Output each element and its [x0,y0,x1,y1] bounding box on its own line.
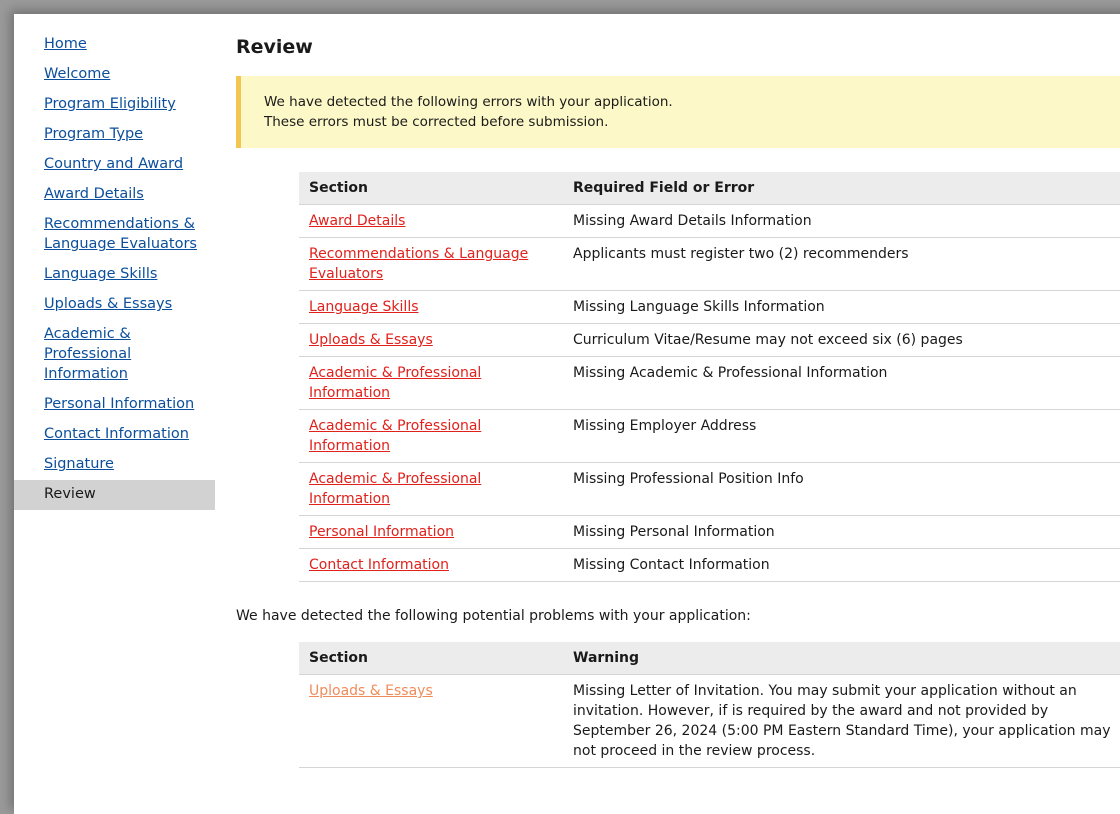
alert-line-2: These errors must be corrected before su… [264,114,609,130]
column-header-section: Section [299,172,563,205]
table-row: Recommendations & Language Evaluators Ap… [299,237,1120,291]
column-header-section: Section [299,642,563,675]
sidebar-item-signature[interactable]: Signature [14,450,215,480]
error-section-link[interactable]: Academic & Professional Information [309,418,481,454]
error-detail: Missing Professional Position Info [563,462,1120,516]
table-row: Uploads & Essays Missing Letter of Invit… [299,674,1120,768]
sidebar-item-personal-information[interactable]: Personal Information [14,390,215,420]
error-section-link[interactable]: Language Skills [309,299,419,315]
warnings-intro: We have detected the following potential… [236,608,751,624]
error-alert: We have detected the following errors wi… [236,76,1120,148]
table-row: Award Details Missing Award Details Info… [299,204,1120,238]
page-title: Review [236,36,313,58]
error-section-link[interactable]: Academic & Professional Information [309,471,481,507]
sidebar-item-welcome[interactable]: Welcome [14,60,215,90]
sidebar-item-program-eligibility[interactable]: Program Eligibility [14,90,215,120]
error-section-link[interactable]: Recommendations & Language Evaluators [309,246,528,282]
error-section-link[interactable]: Academic & Professional Information [309,365,481,401]
sidebar-item-contact-information[interactable]: Contact Information [14,420,215,450]
table-row: Academic & Professional Information Miss… [299,409,1120,463]
error-detail: Curriculum Vitae/Resume may not exceed s… [563,323,1120,357]
sidebar-item-recommendations[interactable]: Recommendations & Language Evaluators [14,210,215,260]
sidebar-item-home[interactable]: Home [14,30,215,60]
column-header-warning: Warning [563,642,1120,675]
table-row: Uploads & Essays Curriculum Vitae/Resume… [299,323,1120,357]
error-detail: Missing Academic & Professional Informat… [563,356,1120,410]
warning-detail: Missing Letter of Invitation. You may su… [563,674,1120,768]
table-header-row: Section Required Field or Error [299,172,1120,205]
error-detail: Missing Personal Information [563,515,1120,549]
sidebar-item-uploads-essays[interactable]: Uploads & Essays [14,290,215,320]
sidebar-item-program-type[interactable]: Program Type [14,120,215,150]
error-detail: Missing Contact Information [563,548,1120,582]
alert-line-1: We have detected the following errors wi… [264,94,673,110]
sidebar-nav: Home Welcome Program Eligibility Program… [14,30,215,510]
sidebar-item-award-details[interactable]: Award Details [14,180,215,210]
table-row: Academic & Professional Information Miss… [299,356,1120,410]
error-detail: Missing Award Details Information [563,204,1120,238]
sidebar-item-academic-professional[interactable]: Academic & Professional Information [14,320,215,390]
table-row: Contact Information Missing Contact Info… [299,548,1120,582]
errors-table: Section Required Field or Error Award De… [299,172,1120,582]
table-header-row: Section Warning [299,642,1120,675]
sidebar-item-review[interactable]: Review [14,480,215,510]
table-row: Academic & Professional Information Miss… [299,462,1120,516]
table-row: Personal Information Missing Personal In… [299,515,1120,549]
warning-section-link[interactable]: Uploads & Essays [309,683,433,699]
warnings-table: Section Warning Uploads & Essays Missing… [299,642,1120,768]
error-section-link[interactable]: Uploads & Essays [309,332,433,348]
main-content: Review We have detected the following er… [236,30,1120,768]
error-detail: Applicants must register two (2) recomme… [563,237,1120,291]
error-detail: Missing Language Skills Information [563,290,1120,324]
application-window: Home Welcome Program Eligibility Program… [14,14,1120,814]
error-section-link[interactable]: Contact Information [309,557,449,573]
sidebar-item-country-and-award[interactable]: Country and Award [14,150,215,180]
error-section-link[interactable]: Personal Information [309,524,454,540]
column-header-required-field: Required Field or Error [563,172,1120,205]
error-detail: Missing Employer Address [563,409,1120,463]
error-section-link[interactable]: Award Details [309,213,405,229]
sidebar-item-language-skills[interactable]: Language Skills [14,260,215,290]
table-row: Language Skills Missing Language Skills … [299,290,1120,324]
